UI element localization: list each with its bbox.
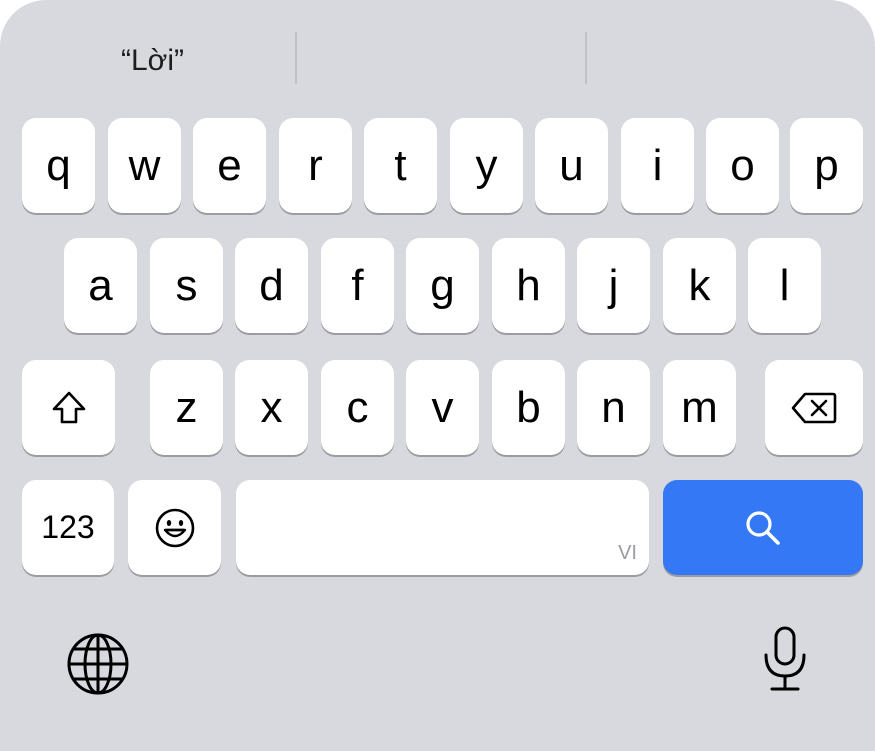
key-g[interactable]: g (406, 238, 479, 333)
key-y[interactable]: y (450, 118, 523, 213)
key-w[interactable]: w (108, 118, 181, 213)
key-b[interactable]: b (492, 360, 565, 455)
shift-icon (49, 388, 89, 428)
key-e[interactable]: e (193, 118, 266, 213)
key-k[interactable]: k (663, 238, 736, 333)
key-s[interactable]: s (150, 238, 223, 333)
delete-backspace-icon (790, 390, 838, 426)
key-r[interactable]: r (279, 118, 352, 213)
key-j[interactable]: j (577, 238, 650, 333)
shift-key[interactable] (22, 360, 115, 455)
globe-icon[interactable] (62, 628, 134, 700)
key-n[interactable]: n (577, 360, 650, 455)
space-bar[interactable]: VI (236, 480, 649, 575)
suggestion-left[interactable]: “Lời” (10, 36, 295, 86)
delete-key[interactable] (765, 360, 863, 455)
key-i[interactable]: i (621, 118, 694, 213)
emoji-smile-icon (153, 506, 197, 550)
key-z[interactable]: z (150, 360, 223, 455)
key-q[interactable]: q (22, 118, 95, 213)
key-p[interactable]: p (790, 118, 863, 213)
keyboard-language-label: VI (618, 542, 637, 564)
key-h[interactable]: h (492, 238, 565, 333)
key-c[interactable]: c (321, 360, 394, 455)
search-icon (741, 506, 785, 550)
numbers-key[interactable]: 123 (22, 480, 114, 575)
key-t[interactable]: t (364, 118, 437, 213)
microphone-icon[interactable] (752, 622, 818, 698)
key-l[interactable]: l (748, 238, 821, 333)
key-o[interactable]: o (706, 118, 779, 213)
search-button[interactable] (663, 480, 863, 575)
key-v[interactable]: v (406, 360, 479, 455)
key-f[interactable]: f (321, 238, 394, 333)
suggestion-center[interactable] (297, 36, 585, 86)
suggestion-bar: “Lời” (0, 0, 875, 110)
emoji-key[interactable] (128, 480, 221, 575)
key-a[interactable]: a (64, 238, 137, 333)
keyboard: “Lời” q w e r t y u i o p a s d f g h j … (0, 0, 875, 751)
key-u[interactable]: u (535, 118, 608, 213)
key-m[interactable]: m (663, 360, 736, 455)
suggestion-right[interactable] (587, 36, 867, 86)
key-x[interactable]: x (235, 360, 308, 455)
key-d[interactable]: d (235, 238, 308, 333)
